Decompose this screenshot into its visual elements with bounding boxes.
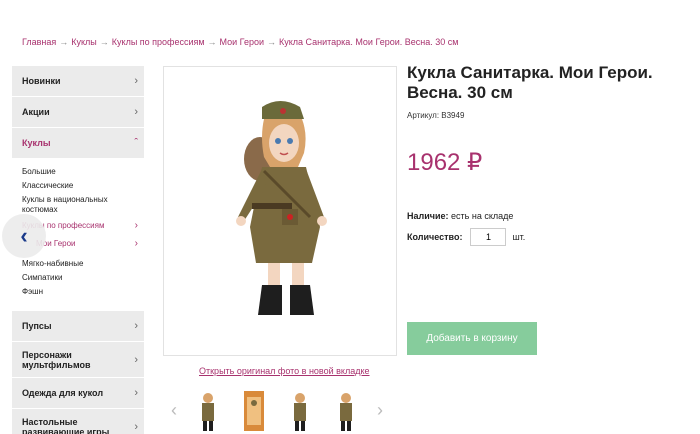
availability-label: Наличие: [407,211,449,221]
sidebar-item-board-games[interactable]: Настольные развивающие игры › [12,409,144,434]
sidebar-item-label: Акции [22,107,50,117]
subcategory-big[interactable]: Большие [22,165,144,179]
open-original-photo-link[interactable]: Открыть оригинал фото в новой вкладке [199,366,370,376]
doll-thumbnail-icon [202,392,214,431]
breadcrumb-dolls[interactable]: Куклы [71,37,97,47]
chevron-left-icon: ‹ [20,223,28,248]
chevron-right-icon: › [134,75,138,87]
thumbnail[interactable] [281,389,319,433]
arrow-right-icon: → [207,37,217,47]
breadcrumb: Главная → Куклы → Куклы по профессиям → Мои Ге… [22,37,458,47]
sidebar-item-cartoon[interactable]: Персонажи мультфильмов › [12,342,144,378]
sidebar-item-label: Одежда для кукол [22,388,104,398]
chevron-right-icon: › [134,238,138,249]
quantity-unit: шт. [512,232,526,242]
availability: Наличие: есть на складе [407,211,513,221]
doll-thumbnail-icon [340,392,352,431]
back-arrow-button[interactable]: ‹ [2,214,46,258]
thumbnail-strip: ‹ › [163,387,397,434]
thumbnail[interactable] [189,389,227,433]
subcategory-simpatiki[interactable]: Симпатики [22,271,144,285]
breadcrumb-current[interactable]: Кукла Санитарка. Мои Герои. Весна. 30 см [279,37,458,47]
quantity-label: Количество: [407,232,463,242]
subcategory-soft[interactable]: Мягко-набивные [22,251,144,271]
thumbnail[interactable] [327,389,365,433]
product-sku: Артикул: В3949 [407,111,465,120]
product-price: 1962 ₽ [407,149,483,176]
arrow-right-icon: → [99,37,109,47]
sidebar-item-new[interactable]: Новинки › [12,66,144,97]
breadcrumb-home[interactable]: Главная [22,37,56,47]
add-to-cart-button[interactable]: Добавить в корзину [407,322,537,355]
subcategory-fashion[interactable]: Фэшн [22,285,144,299]
chevron-up-icon: ˆ [134,137,138,149]
sidebar-item-label: Настольные развивающие игры [22,416,110,434]
availability-value: есть на складе [451,211,514,221]
chevron-right-icon: › [134,387,138,399]
chevron-right-icon: › [134,320,138,332]
chevron-right-icon[interactable]: › [369,400,391,421]
subcategory-classic[interactable]: Классические [22,179,144,193]
breadcrumb-professions[interactable]: Куклы по профессиям [112,37,205,47]
chevron-left-icon[interactable]: ‹ [163,400,185,421]
arrow-right-icon: → [267,37,276,47]
sidebar-item-dolls[interactable]: Куклы ˆ [12,128,144,159]
doll-thumbnail-icon [294,392,306,431]
sidebar-item-label: Персонажи мультфильмов [22,349,91,370]
chevron-right-icon: › [134,220,138,231]
chevron-right-icon: › [134,353,138,366]
chevron-right-icon: › [134,420,138,433]
quantity-input[interactable] [470,228,507,246]
doll-image [236,101,327,315]
thumbnail[interactable] [235,389,273,433]
sidebar-item-label: Куклы [22,138,51,148]
sidebar-item-label: Новинки [22,76,61,86]
doll-box-thumbnail-icon [244,390,264,431]
sidebar-item-sales[interactable]: Акции › [12,97,144,128]
product-title: Кукла Санитарка. Мои Герои. Весна. 30 см [407,63,653,102]
sidebar-item-clothes[interactable]: Одежда для кукол › [12,378,144,409]
breadcrumb-my-heroes[interactable]: Мои Герои [220,37,264,47]
product-photo[interactable] [163,66,397,356]
arrow-right-icon: → [59,37,69,47]
sidebar-item-babies[interactable]: Пупсы › [12,311,144,342]
chevron-right-icon: › [134,106,138,118]
quantity-row: Количество: шт. [407,228,525,246]
subcategory-national[interactable]: Куклы в национальных костюмах [22,193,144,217]
sidebar-item-label: Пупсы [22,321,52,331]
